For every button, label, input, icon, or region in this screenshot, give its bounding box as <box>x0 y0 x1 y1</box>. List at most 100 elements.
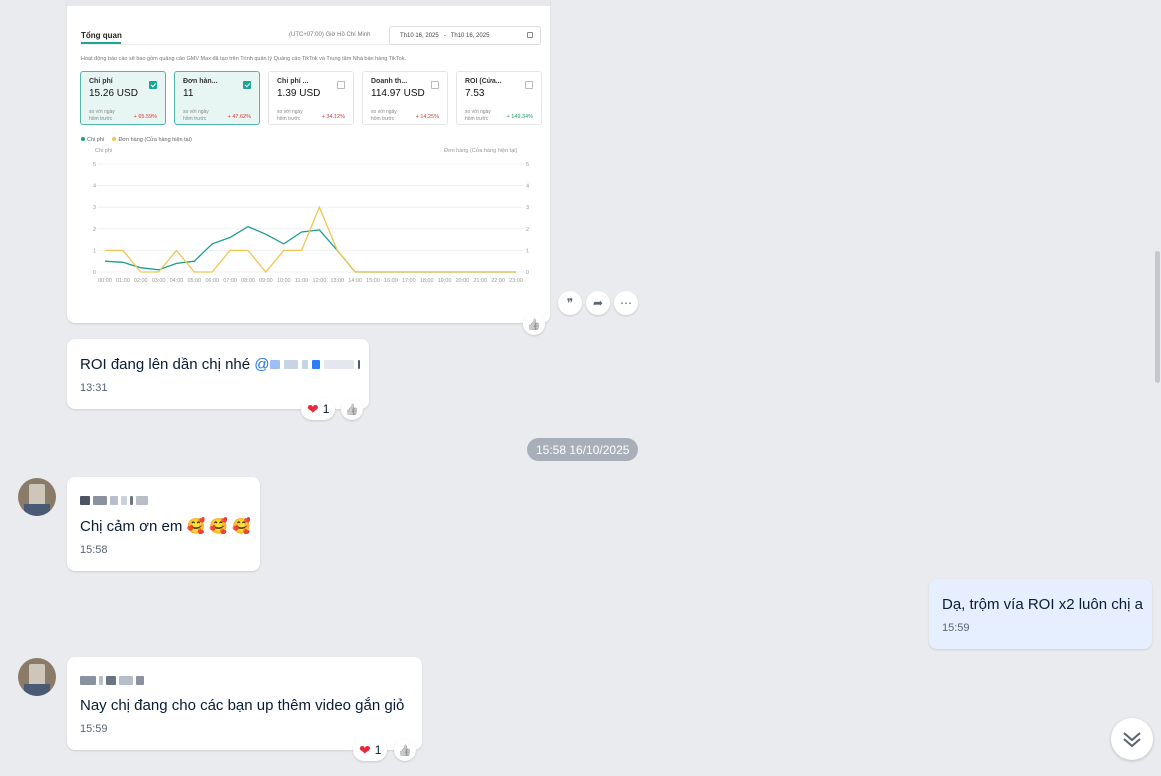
date-range-picker: Th10 16, 2025 - Th10 16, 2025 <box>389 26 541 45</box>
kpi-value: 15.26 USD <box>89 88 138 99</box>
kpi-title: ROI (Cửa... <box>465 78 502 85</box>
date-from: Th10 16, 2025 <box>400 32 439 39</box>
line-chart: 0 0 1 1 2 2 3 3 4 4 5 5 00:00 01:00 02:00 03:00 04:00 05:… <box>93 162 529 284</box>
x-tick-label: 05:00 <box>187 278 201 284</box>
x-tick-label: 12:00 <box>313 278 327 284</box>
x-tick-label: 22:00 <box>491 278 505 284</box>
message-text: Dạ, trộm vía ROI x2 luôn chị a <box>942 596 1143 613</box>
timezone-label: (UTC+07:00) Giờ Hồ Chí Minh <box>289 32 371 38</box>
reaction-count: 1 <box>374 743 382 757</box>
legend-cost: Chi phí <box>81 137 104 143</box>
quote-icon: ❞ <box>566 296 574 310</box>
y-tick-label-left: 0 <box>93 270 96 276</box>
message-time: 15:59 <box>80 723 108 735</box>
y-tick-label-left: 1 <box>93 248 96 254</box>
kpi-title: Chi phí ... <box>277 78 309 85</box>
time-divider: 15:58 16/10/2025 <box>527 438 639 461</box>
sender-avatar[interactable] <box>18 658 56 696</box>
kpi-compare-label: so với ngày hôm trước <box>277 109 303 122</box>
message-time: 13:31 <box>80 382 108 394</box>
x-tick-label: 23:00 <box>509 278 523 284</box>
thumbs-up-icon: 👍 <box>345 403 359 416</box>
more-options-button[interactable]: ⋯ <box>614 291 638 315</box>
message-bubble-thanks[interactable]: Chị cảm ơn em 🥰 🥰 🥰 15:58 <box>67 477 260 571</box>
message-bubble-video[interactable]: Nay chị đang cho các bạn up thêm video g… <box>67 657 422 750</box>
x-tick-label: 17:00 <box>402 278 416 284</box>
y-tick-label-left: 5 <box>93 162 96 168</box>
kpi-card[interactable]: Chi phí 15.26 USD so với ngày hôm trước + 65… <box>80 71 166 125</box>
sender-avatar[interactable] <box>18 478 56 516</box>
double-chevron-down-icon <box>1123 732 1141 748</box>
y-tick-label-left: 4 <box>93 184 96 190</box>
kpi-delta: + 14.25% <box>415 114 439 120</box>
kpi-value: 7.53 <box>465 88 485 99</box>
x-tick-label: 06:00 <box>205 278 219 284</box>
x-tick-label: 18:00 <box>420 278 434 284</box>
x-tick-label: 00:00 <box>98 278 112 284</box>
x-tick-label: 09:00 <box>259 278 273 284</box>
message-bubble-mine[interactable]: Dạ, trộm vía ROI x2 luôn chị a 15:59 <box>929 579 1152 649</box>
like-button[interactable]: 👍 <box>341 398 363 420</box>
share-icon: ➦ <box>592 296 604 310</box>
checkbox-icon[interactable] <box>337 81 345 89</box>
x-tick-label: 08:00 <box>241 278 255 284</box>
x-tick-label: 11:00 <box>295 278 308 284</box>
chart-legend: Chi phí Đơn hàng (Cửa hàng hiện tại) <box>81 137 192 143</box>
reaction-count: 1 <box>322 402 330 416</box>
image-top-strip <box>67 0 550 6</box>
checkbox-icon[interactable] <box>431 81 439 89</box>
x-tick-label: 02:00 <box>134 278 148 284</box>
thumbs-up-icon: 👍 <box>527 318 541 331</box>
kpi-compare-label: so với ngày hôm trước <box>371 109 397 122</box>
reaction-heart-count[interactable]: ❤ 1 <box>353 739 388 761</box>
legend-orders: Đơn hàng (Cửa hàng hiện tại) <box>112 137 192 143</box>
message-text: Nay chị đang cho các bạn up thêm video g… <box>80 697 405 714</box>
like-button[interactable]: 👍 <box>394 739 416 761</box>
quote-button[interactable]: ❞ <box>558 291 582 315</box>
checkbox-icon[interactable] <box>149 81 157 89</box>
kpi-card[interactable]: Doanh th... 114.97 USD so với ngày hôm trướ… <box>362 71 448 125</box>
share-button[interactable]: ➦ <box>586 291 610 315</box>
y-tick-label-right: 0 <box>526 270 529 276</box>
kpi-compare-label: so với ngày hôm trước <box>183 109 209 122</box>
scrollbar-thumb[interactable] <box>1155 251 1160 383</box>
kpi-delta: + 34.12% <box>321 114 345 120</box>
kpi-value: 1.39 USD <box>277 88 321 99</box>
kpi-delta: + 65.59% <box>133 114 157 120</box>
scroll-to-bottom-button[interactable] <box>1111 718 1153 760</box>
x-tick-label: 14:00 <box>348 278 362 284</box>
checkbox-icon[interactable] <box>243 81 251 89</box>
y-tick-label-left: 2 <box>93 227 96 233</box>
heart-icon: ❤ <box>359 741 371 758</box>
y-tick-label-right: 3 <box>526 205 529 211</box>
message-time: 15:59 <box>942 622 970 634</box>
tab-overview: Tổng quan <box>81 31 122 40</box>
kpi-value: 11 <box>183 88 194 99</box>
message-text: ROI đang lên dần chị nhé @ <box>80 356 361 373</box>
kpi-compare-label: so với ngày hôm trước <box>89 109 115 122</box>
checkbox-icon[interactable] <box>525 81 533 89</box>
series-line-cost <box>104 225 516 273</box>
reaction-heart-count[interactable]: ❤ 1 <box>301 398 336 420</box>
kpi-delta: + 47.62% <box>227 114 251 120</box>
y-tick-label-right: 2 <box>526 227 529 233</box>
x-tick-label: 19:00 <box>438 278 452 284</box>
kpi-compare-label: so với ngày hôm trước <box>465 109 491 122</box>
x-tick-label: 13:00 <box>330 278 344 284</box>
x-tick-label: 07:00 <box>223 278 237 284</box>
x-tick-label: 15:00 <box>366 278 380 284</box>
shared-screenshot-image[interactable]: Tổng quan (UTC+07:00) Giờ Hồ Chí Minh Th… <box>67 0 550 323</box>
hug-emoji-icons: 🥰 🥰 🥰 <box>186 518 251 535</box>
x-tick-label: 04:00 <box>170 278 184 284</box>
right-axis-title: Đơn hàng (Cửa hàng hiện tại) <box>444 148 518 154</box>
kpi-card[interactable]: Đơn hàn... 11 so với ngày hôm trước + 47.62% <box>174 71 260 125</box>
like-button[interactable]: 👍 <box>523 313 545 335</box>
date-separator: - <box>443 32 446 39</box>
x-tick-label: 21:00 <box>473 278 487 284</box>
x-tick-label: 10:00 <box>277 278 291 284</box>
mention-tag[interactable]: @ <box>254 356 361 373</box>
report-description: Hoạt động báo cáo sẽ bao gồm quảng cáo G… <box>81 56 406 62</box>
message-text: Chị cảm ơn em 🥰 🥰 🥰 <box>80 518 251 535</box>
kpi-card[interactable]: ROI (Cửa... 7.53 so với ngày hôm trước + 149… <box>456 71 542 125</box>
kpi-card[interactable]: Chi phí ... 1.39 USD so với ngày hôm trước +… <box>268 71 354 125</box>
